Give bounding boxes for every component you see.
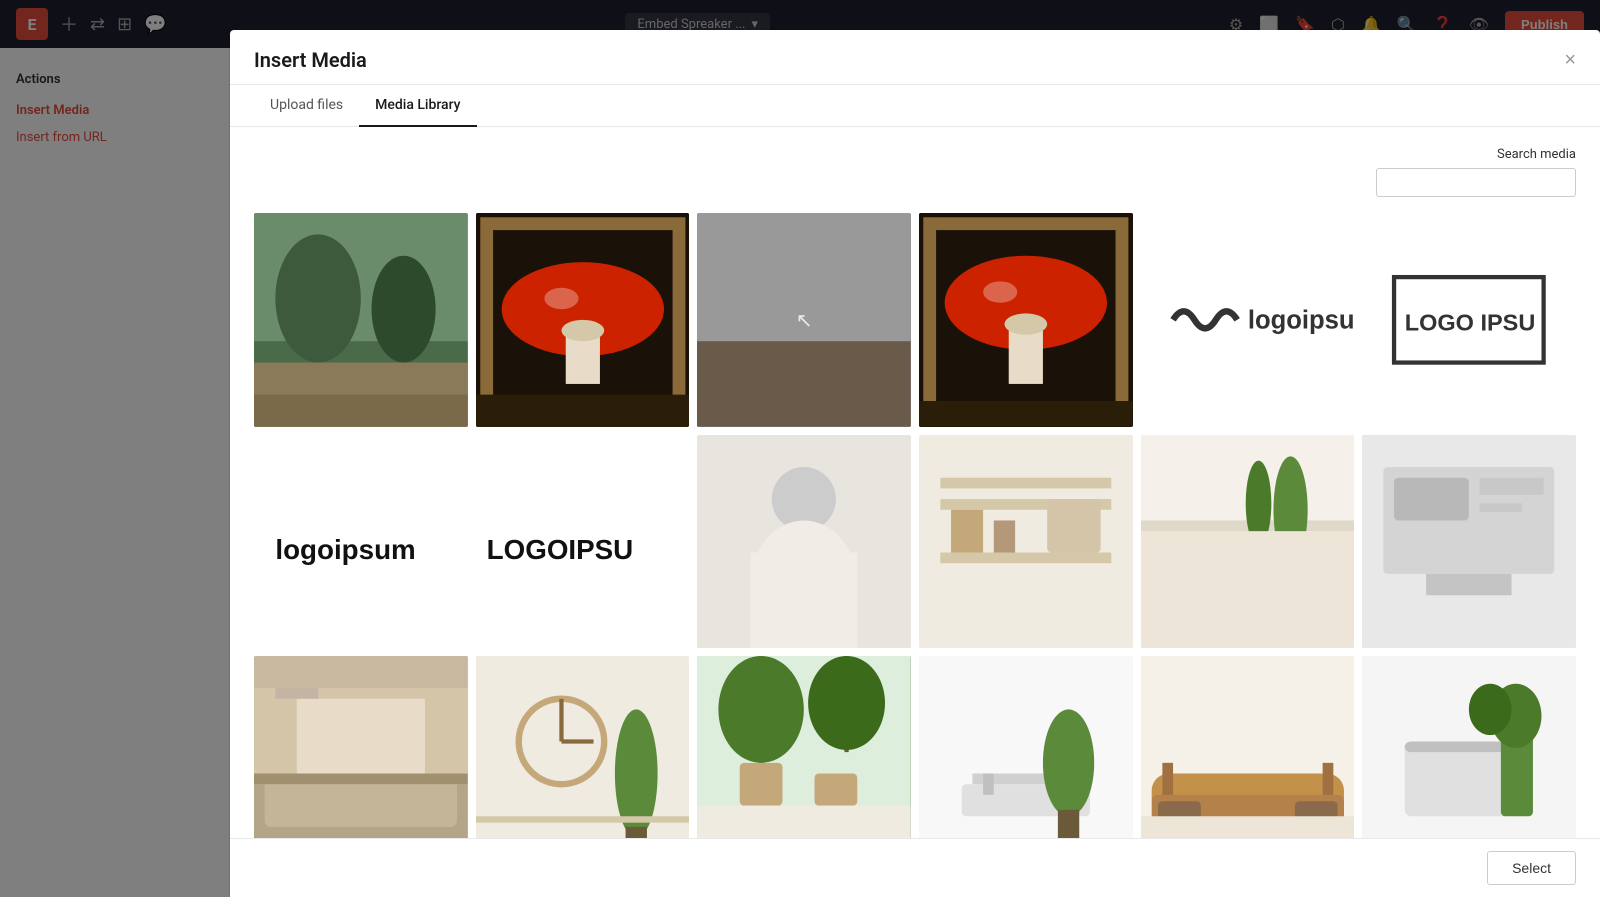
search-container: Search media (1376, 147, 1576, 197)
modal-tabs: Upload files Media Library (230, 85, 1600, 127)
media-item-9[interactable] (697, 435, 911, 649)
media-item-2[interactable] (476, 213, 690, 427)
media-item-17[interactable] (1141, 656, 1355, 838)
svg-text:LOGOIPSU: LOGOIPSU (486, 534, 633, 565)
media-item-15[interactable] (697, 656, 911, 838)
search-input[interactable] (1376, 168, 1576, 197)
media-item-13[interactable] (254, 656, 468, 838)
media-item-1[interactable] (254, 213, 468, 427)
svg-text:logoipsum: logoipsum (1247, 306, 1354, 334)
modal-title: Insert Media (254, 48, 367, 72)
media-item-18[interactable] (1362, 656, 1576, 838)
media-item-6[interactable]: LOGO IPSU (1362, 213, 1576, 427)
svg-text:logoipsum: logoipsum (275, 534, 415, 565)
image-grid: ↖ logoipsum (254, 213, 1576, 838)
cursor-indicator: ↖ (796, 308, 813, 332)
media-item-12[interactable] (1362, 435, 1576, 649)
media-item-4[interactable] (919, 213, 1133, 427)
media-item-14[interactable] (476, 656, 690, 838)
media-item-11[interactable] (1141, 435, 1355, 649)
insert-media-modal: Insert Media × Upload files Media Librar… (230, 30, 1600, 897)
svg-text:LOGO IPSU: LOGO IPSU (1405, 310, 1536, 336)
media-item-16[interactable] (919, 656, 1133, 838)
search-label: Search media (1497, 147, 1576, 162)
modal-header: Insert Media × (230, 30, 1600, 85)
tab-media-library[interactable]: Media Library (359, 85, 476, 127)
search-area: Search media (254, 147, 1576, 197)
modal-body: Search media (230, 127, 1600, 838)
tab-upload-files[interactable]: Upload files (254, 85, 359, 127)
media-item-7[interactable]: logoipsum (254, 435, 468, 649)
modal-close-button[interactable]: × (1564, 50, 1576, 70)
modal-footer: Select (230, 838, 1600, 897)
media-item-5[interactable]: logoipsum (1141, 213, 1355, 427)
media-item-3[interactable]: ↖ (697, 213, 911, 427)
media-item-8[interactable]: LOGOIPSU (476, 435, 690, 649)
select-button[interactable]: Select (1487, 851, 1576, 885)
media-item-10[interactable] (919, 435, 1133, 649)
